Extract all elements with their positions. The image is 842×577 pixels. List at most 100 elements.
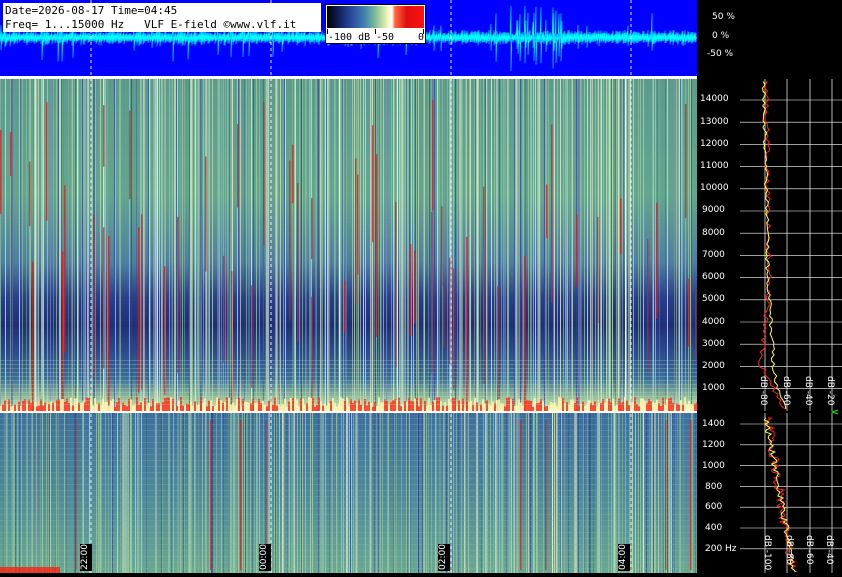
spectrogram-streak (341, 79, 342, 412)
sferic-streak (395, 202, 397, 368)
spectrogram-streak (407, 79, 408, 412)
low-band-mark (296, 399, 298, 411)
spectrogram-streak (678, 79, 679, 412)
sferic-streak (46, 102, 48, 221)
low-band-mark (28, 399, 30, 411)
spectrogram-streak (603, 79, 604, 412)
spectrogram-streak (61, 79, 62, 412)
spectrogram-streak (416, 79, 417, 412)
spectrogram-streak (539, 79, 540, 412)
sferic-streak (223, 255, 225, 363)
low-band-mark (122, 402, 124, 411)
low-band-mark (384, 399, 386, 411)
spectrogram-streak (150, 79, 151, 412)
spectrogram-streak (321, 79, 322, 412)
spectrogram-streak (225, 79, 226, 412)
low-band-mark (212, 406, 214, 411)
harmonic-line (0, 508, 697, 509)
low-band-mark (498, 399, 500, 411)
low-band-mark (522, 405, 524, 411)
spectrogram-streak (131, 79, 132, 412)
harmonic-line (0, 436, 697, 437)
spectrogram-streak (600, 79, 601, 412)
low-band-mark (444, 402, 446, 411)
spectrogram-streak (277, 79, 278, 412)
spectrogram-streak (22, 79, 23, 412)
low-band-mark (432, 402, 434, 411)
spectrogram-streak (478, 79, 479, 412)
low-band-mark (10, 406, 12, 411)
spectrogram-streak (380, 79, 381, 412)
spectrogram-streak (501, 79, 502, 412)
low-band-mark (678, 404, 680, 411)
spectrogram-streak (418, 79, 419, 412)
spectrogram-streak (259, 79, 260, 412)
low-band-mark (426, 406, 428, 411)
low-band-mark (526, 399, 528, 411)
sferic-streak (520, 420, 522, 570)
spectrogram-streak (584, 79, 585, 412)
band-line (0, 396, 697, 397)
band-line (0, 380, 697, 381)
sferic-streak (449, 257, 451, 364)
spectrogram-streak (154, 79, 155, 412)
low-band-mark (266, 406, 268, 411)
freq-label: 14000 (700, 94, 729, 104)
low-band-mark (628, 405, 630, 411)
low-band-mark (34, 401, 36, 411)
spectrogram-streak (249, 79, 250, 412)
spectrogram-streak (640, 79, 641, 412)
low-band-mark (92, 405, 94, 411)
time-label: 22:00 (80, 544, 92, 571)
harmonic-line (0, 418, 697, 419)
freq-label: 2000 (702, 361, 725, 371)
spectrogram-streak (609, 79, 610, 412)
sferic-streak (344, 281, 346, 333)
low-band-mark (664, 404, 666, 411)
low-band-mark (220, 400, 222, 411)
low-band-mark (440, 401, 442, 411)
low-band-mark (570, 399, 572, 411)
spectrogram-streak (567, 79, 568, 412)
spectrogram-streak (149, 79, 150, 412)
db-label: dB -60 (804, 535, 814, 565)
spectrogram-streak (29, 79, 30, 412)
low-band-mark (582, 401, 584, 411)
band-line (0, 392, 697, 393)
spectrogram-streak (457, 79, 458, 412)
harmonic-line (0, 526, 697, 527)
low-band-mark (652, 401, 654, 411)
low-band-mark (96, 404, 98, 411)
spectrogram-streak (354, 79, 355, 412)
spectrogram-streak (172, 79, 173, 412)
low-band-mark (182, 405, 184, 411)
low-band-mark (314, 406, 316, 411)
spectrogram-streak (230, 79, 231, 412)
spectrogram-streak (309, 79, 310, 412)
low-band-mark (38, 405, 40, 411)
spectrogram-streak (182, 79, 183, 412)
band-line (0, 364, 697, 365)
spectrogram-streak (240, 79, 241, 412)
low-band-mark (320, 401, 322, 411)
low-band-mark (528, 400, 530, 411)
low-band-mark (382, 402, 384, 411)
low-band-mark (176, 405, 178, 411)
spectrogram-streak (653, 79, 654, 412)
spectrogram-streak (229, 79, 230, 412)
spectrogram-streak (42, 79, 43, 412)
low-band-mark (394, 399, 396, 411)
low-band-mark (442, 405, 444, 411)
sferic-streak (164, 266, 166, 395)
low-band-mark (466, 401, 468, 411)
spectrogram-streak (43, 79, 44, 412)
spectrogram-streak (280, 79, 281, 412)
sferic-streak (688, 278, 690, 347)
low-band-mark (286, 406, 288, 411)
low-band-mark (396, 400, 398, 411)
freq-label: 4000 (702, 317, 725, 327)
spectrogram-streak (268, 79, 269, 412)
spectrogram-streak (469, 79, 470, 412)
low-band-mark (412, 401, 414, 411)
time-label: 02:00 (438, 544, 450, 571)
